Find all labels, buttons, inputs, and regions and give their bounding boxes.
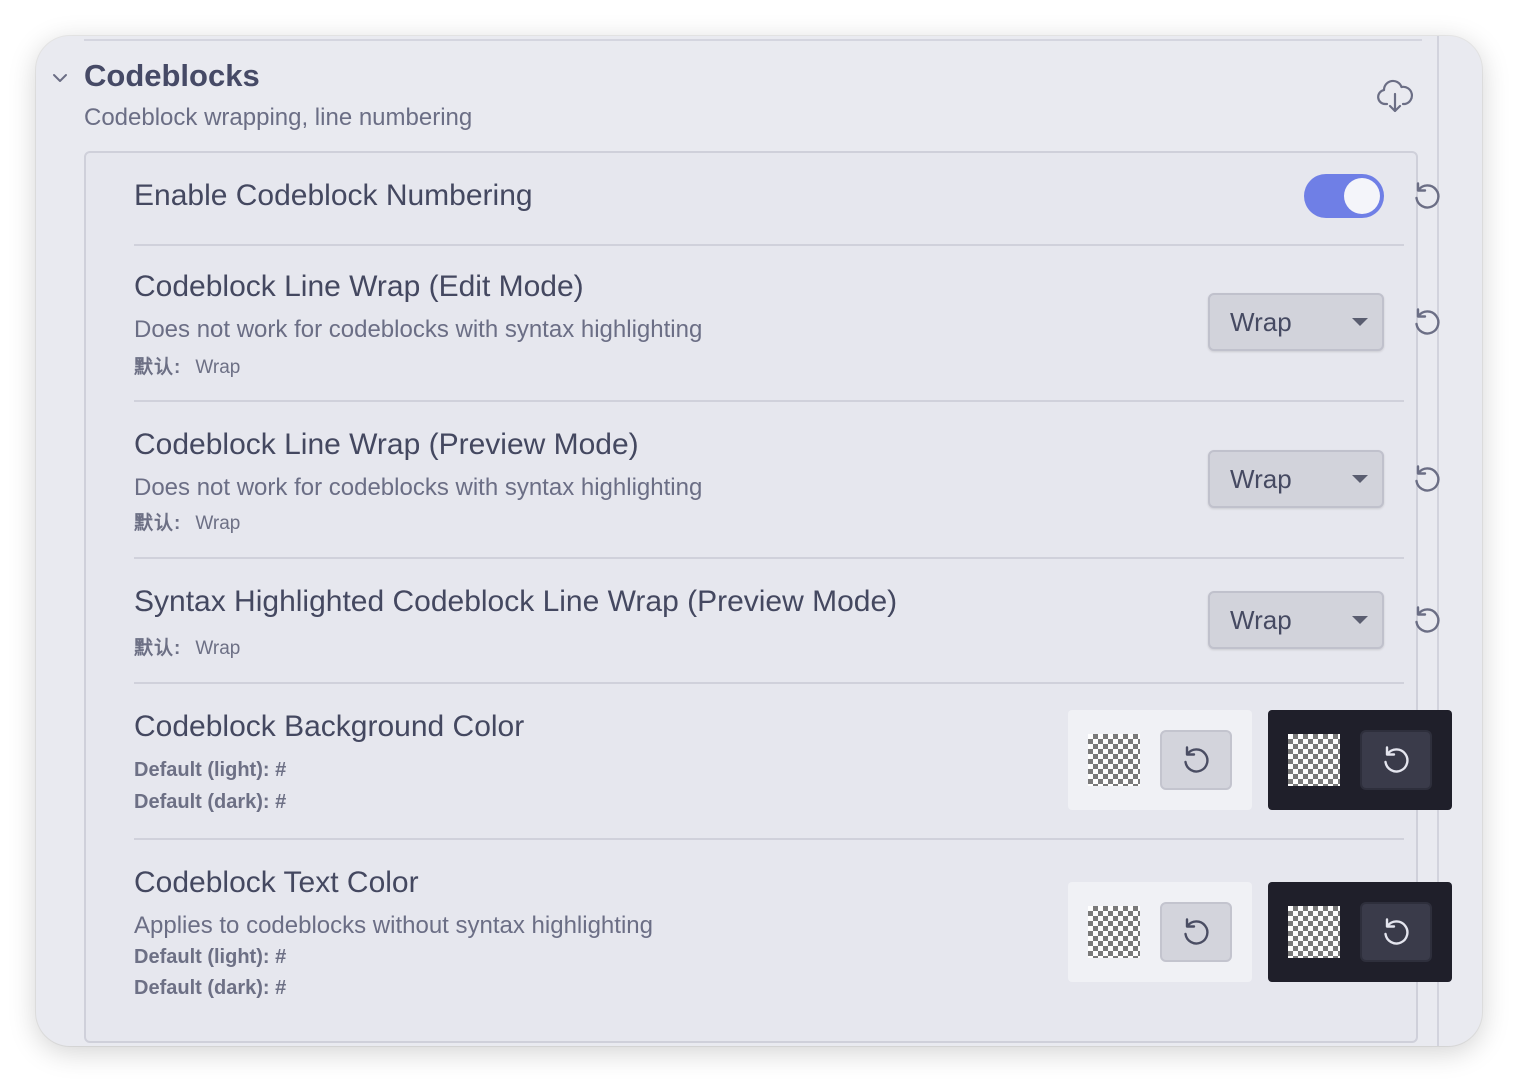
reset-icon: [1184, 746, 1209, 773]
settings-panel: Enable Codeblock Numbering Codeblock Lin…: [84, 151, 1452, 1043]
setting-row-numbering: Enable Codeblock Numbering: [134, 153, 1440, 243]
default-value: Wrap: [195, 638, 241, 659]
transparent-checker-icon[interactable]: [1288, 906, 1340, 958]
transparent-checker-icon[interactable]: [1088, 734, 1140, 786]
reset-icon: [1384, 746, 1409, 773]
reset-dark-button[interactable]: [1360, 902, 1432, 962]
default-label: 默认:: [134, 357, 182, 378]
reset-icon[interactable]: [1410, 462, 1444, 496]
setting-name: Codeblock Background Color: [134, 710, 525, 743]
reset-icon[interactable]: [1410, 179, 1444, 213]
wrap-syntax-dropdown[interactable]: Wrap: [1208, 591, 1384, 649]
light-color-picker: [1068, 710, 1252, 810]
wrap-edit-dropdown[interactable]: Wrap: [1208, 293, 1384, 351]
dropdown-value: Wrap: [1230, 307, 1292, 337]
section-description: Codeblock wrapping, line numbering: [84, 104, 473, 131]
default-dark-line: Default (dark): #: [134, 791, 287, 813]
dark-color-picker: [1268, 882, 1452, 982]
setting-name: Enable Codeblock Numbering: [134, 179, 533, 212]
setting-description: Applies to codeblocks without syntax hig…: [134, 912, 653, 939]
setting-row-text-color: Codeblock Text Color Applies to codebloc…: [134, 840, 1452, 1040]
default-value-line: 默认: Wrap: [134, 508, 240, 535]
setting-description: Does not work for codeblocks with syntax…: [134, 474, 703, 501]
dropdown-caret-icon: [1352, 318, 1368, 326]
reset-icon: [1384, 918, 1409, 945]
dark-color-picker: [1268, 710, 1452, 810]
setting-description: Does not work for codeblocks with syntax…: [134, 316, 703, 343]
dropdown-value: Wrap: [1230, 605, 1292, 635]
default-light-line: Default (light): #: [134, 946, 287, 968]
transparent-checker-icon[interactable]: [1088, 906, 1140, 958]
setting-name: Syntax Highlighted Codeblock Line Wrap (…: [134, 585, 898, 618]
light-color-picker: [1068, 882, 1252, 982]
setting-row-wrap-edit: Codeblock Line Wrap (Edit Mode) Does not…: [134, 246, 1440, 400]
chevron-down-icon[interactable]: [51, 69, 69, 87]
dropdown-value: Wrap: [1230, 464, 1292, 494]
reset-light-button[interactable]: [1160, 730, 1232, 790]
default-label: 默认:: [134, 513, 182, 534]
default-value: Wrap: [195, 357, 241, 378]
default-light-line: Default (light): #: [134, 759, 287, 781]
reset-dark-button[interactable]: [1360, 730, 1432, 790]
dropdown-caret-icon: [1352, 475, 1368, 483]
section-title[interactable]: Codeblocks: [84, 58, 260, 94]
cloud-download-icon[interactable]: [1376, 78, 1414, 116]
default-value: Wrap: [195, 513, 241, 534]
top-divider: [84, 39, 1422, 41]
default-value-line: 默认: Wrap: [134, 352, 240, 379]
default-dark-line: Default (dark): #: [134, 977, 287, 999]
dropdown-caret-icon: [1352, 616, 1368, 624]
setting-row-wrap-syntax: Syntax Highlighted Codeblock Line Wrap (…: [134, 559, 1440, 682]
transparent-checker-icon[interactable]: [1288, 734, 1340, 786]
numbering-toggle[interactable]: [1304, 174, 1384, 218]
wrap-preview-dropdown[interactable]: Wrap: [1208, 450, 1384, 508]
setting-name: Codeblock Line Wrap (Edit Mode): [134, 270, 584, 303]
reset-icon: [1184, 918, 1209, 945]
reset-icon[interactable]: [1410, 305, 1444, 339]
reset-icon[interactable]: [1410, 603, 1444, 637]
toggle-knob: [1344, 178, 1380, 214]
reset-light-button[interactable]: [1160, 902, 1232, 962]
setting-name: Codeblock Line Wrap (Preview Mode): [134, 428, 639, 461]
setting-row-bg-color: Codeblock Background Color Default (ligh…: [134, 684, 1452, 838]
default-label: 默认:: [134, 638, 182, 659]
default-value-line: 默认: Wrap: [134, 633, 240, 660]
setting-name: Codeblock Text Color: [134, 866, 419, 899]
setting-row-wrap-preview: Codeblock Line Wrap (Preview Mode) Does …: [134, 402, 1440, 557]
settings-window: Codeblocks Codeblock wrapping, line numb…: [36, 36, 1482, 1046]
